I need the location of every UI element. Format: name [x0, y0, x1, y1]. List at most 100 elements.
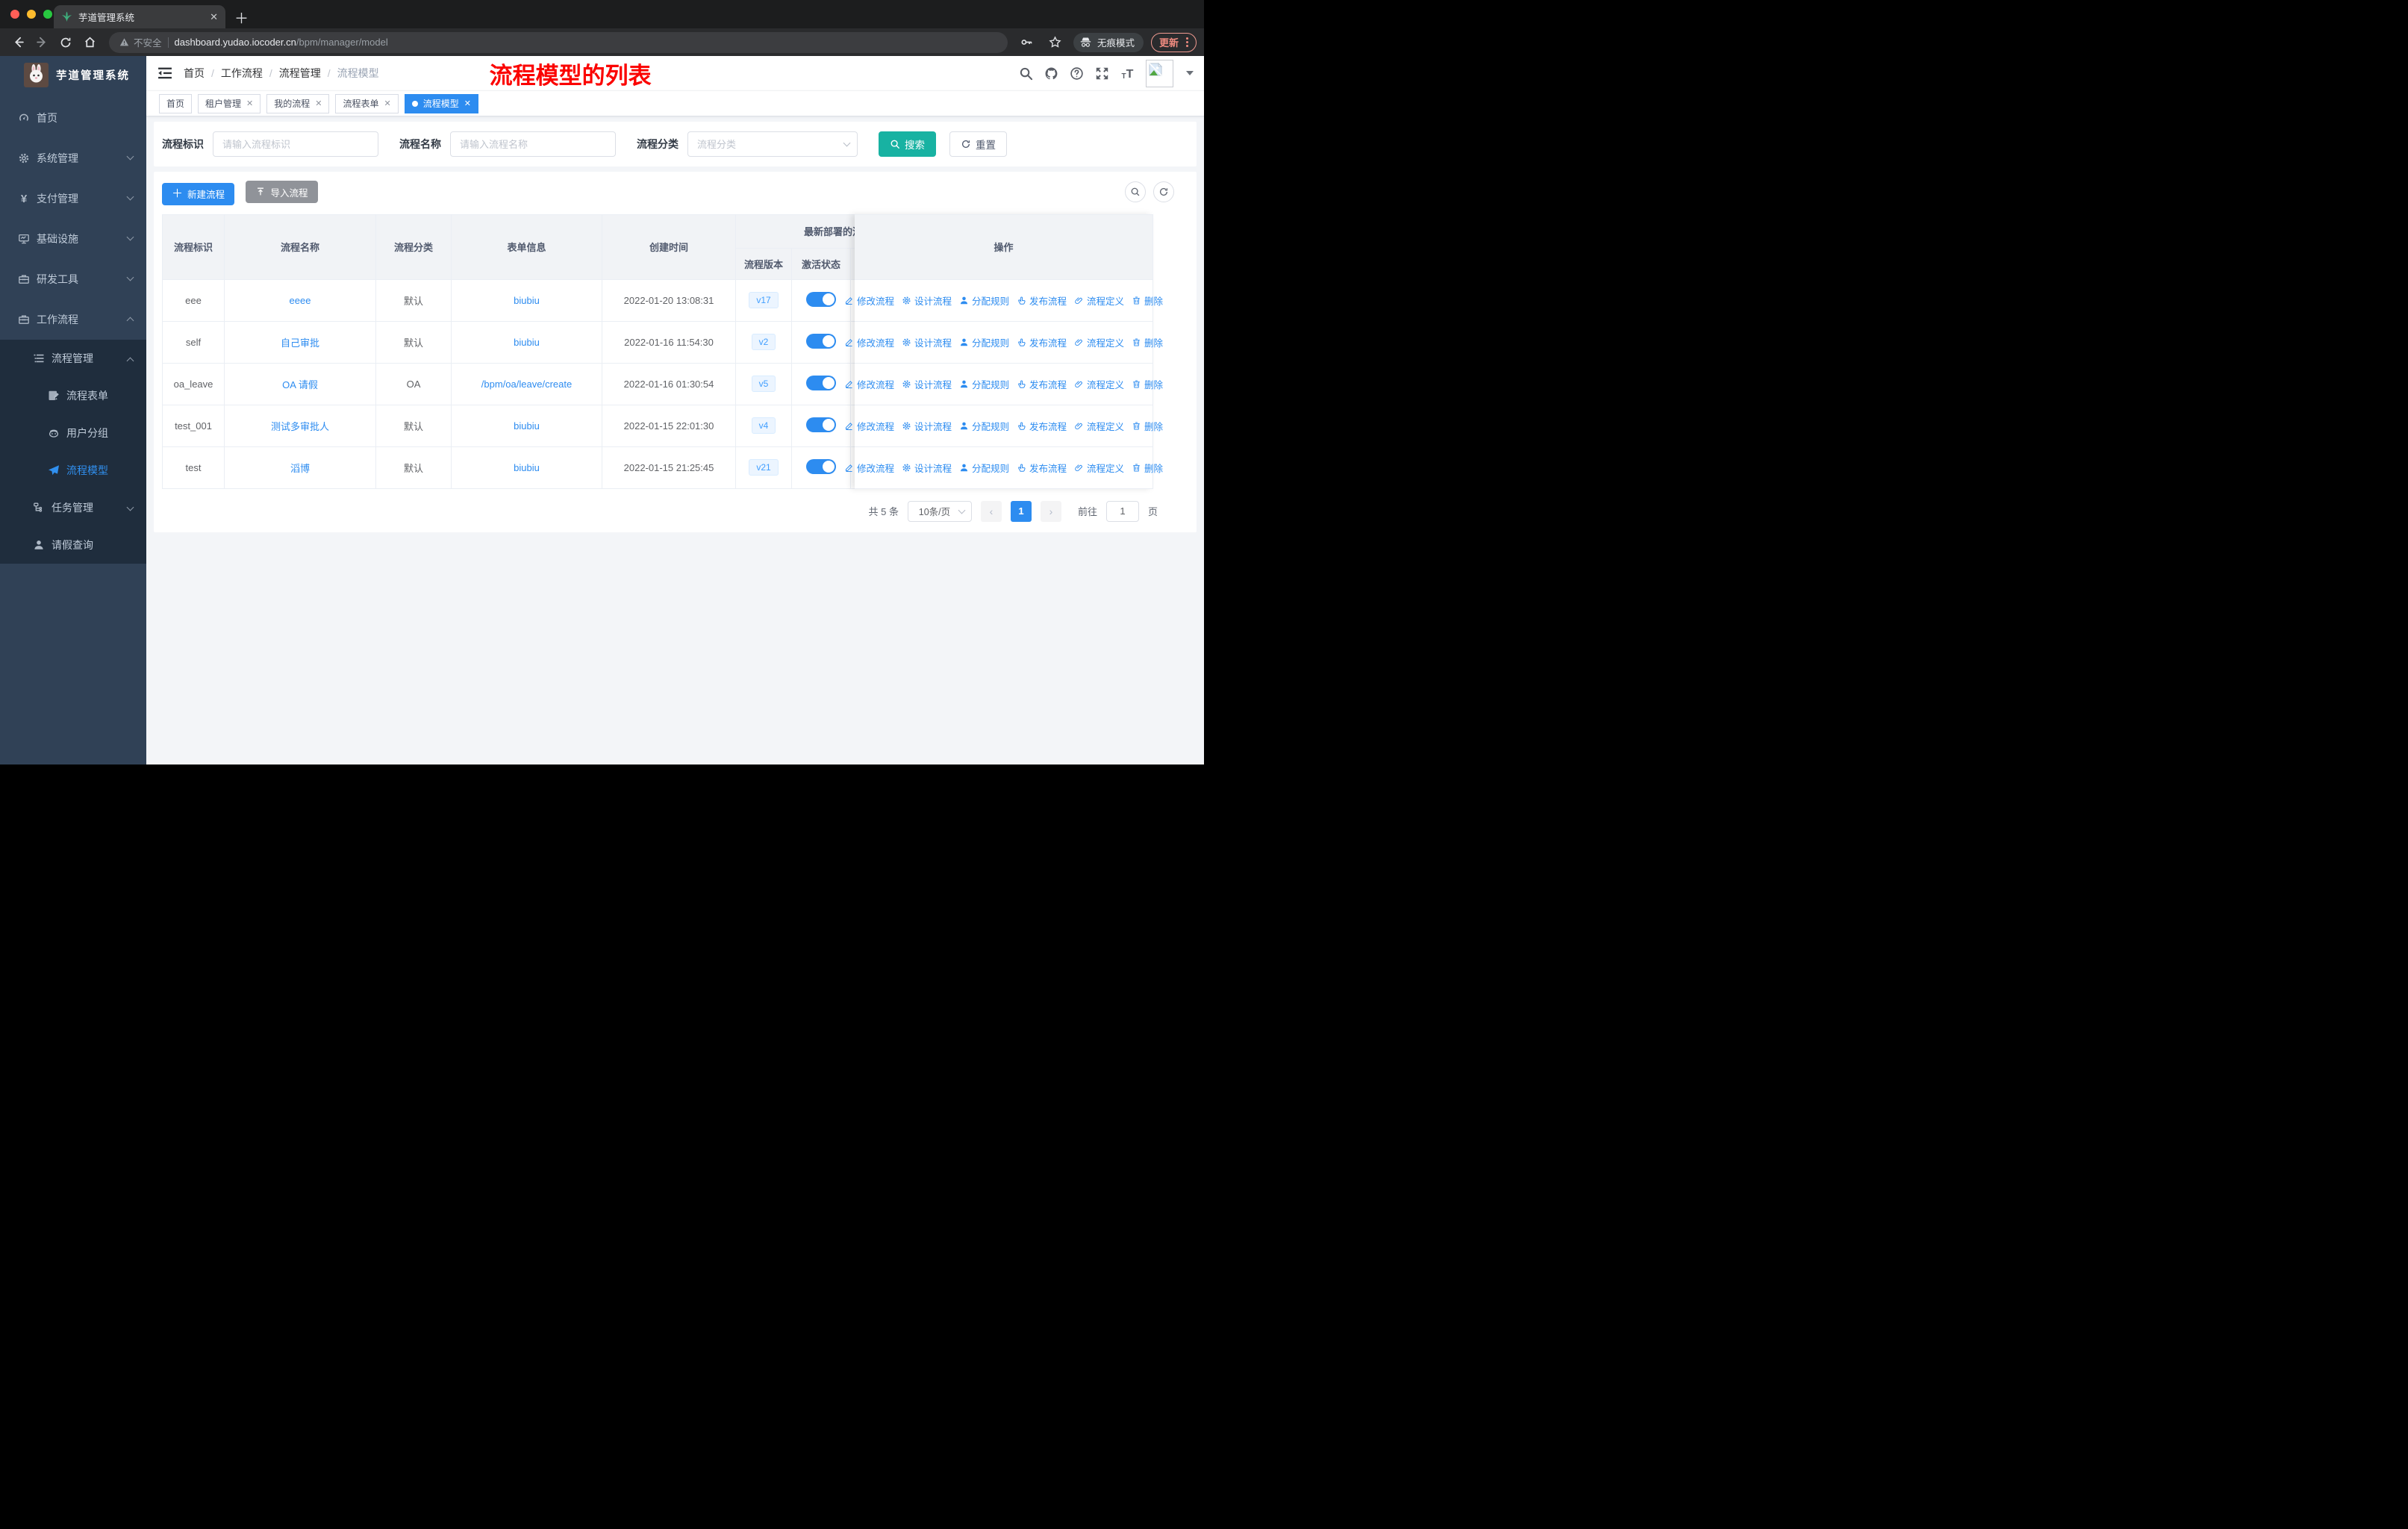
back-icon[interactable] — [7, 32, 28, 53]
action-修改流程[interactable]: 修改流程 — [844, 293, 894, 308]
version-tag[interactable]: v2 — [751, 334, 776, 350]
tab-close-icon[interactable]: ✕ — [464, 99, 471, 108]
form-info-link[interactable]: /bpm/oa/leave/create — [481, 379, 572, 390]
process-key-input[interactable] — [222, 138, 369, 150]
create-process-button[interactable]: ＋ 新建流程 — [162, 182, 235, 205]
action-修改流程[interactable]: 修改流程 — [844, 419, 894, 433]
form-info-link[interactable]: biubiu — [514, 462, 540, 473]
breadcrumb-item[interactable]: 工作流程 — [221, 66, 263, 81]
action-删除[interactable]: 删除 — [1132, 377, 1163, 391]
reset-button[interactable]: 重置 — [949, 131, 1007, 157]
browser-update-button[interactable]: 更新 — [1150, 32, 1197, 52]
sidebar-item-0[interactable]: 首页 — [0, 98, 146, 138]
form-info-link[interactable]: biubiu — [514, 295, 540, 306]
process-name-link[interactable]: eeee — [290, 295, 311, 306]
version-tag[interactable]: v21 — [749, 459, 779, 476]
action-设计流程[interactable]: 设计流程 — [902, 293, 952, 308]
sidebar-item-2[interactable]: ¥ 支付管理 — [0, 178, 146, 219]
github-icon[interactable] — [1044, 66, 1058, 81]
process-name-link[interactable]: 测试多审批人 — [271, 421, 329, 432]
sidebar-item-9[interactable]: 流程模型 — [0, 452, 146, 489]
avatar[interactable] — [1146, 59, 1173, 87]
action-设计流程[interactable]: 设计流程 — [902, 377, 952, 391]
help-icon[interactable] — [1070, 66, 1084, 81]
form-info-link[interactable]: biubiu — [514, 337, 540, 348]
new-tab-button[interactable]: ＋ — [234, 7, 249, 28]
browser-tab[interactable]: 芋道管理系统 ✕ — [54, 5, 225, 28]
tab-租户管理[interactable]: 租户管理 ✕ — [198, 93, 261, 113]
maximize-window-button[interactable] — [43, 10, 52, 19]
process-name-link[interactable]: 自己审批 — [281, 337, 319, 349]
action-发布流程[interactable]: 发布流程 — [1017, 293, 1067, 308]
search-button[interactable]: 搜索 — [879, 131, 936, 157]
tab-close-icon[interactable]: ✕ — [246, 99, 253, 108]
tab-close-icon[interactable]: ✕ — [315, 99, 322, 108]
version-tag[interactable]: v17 — [749, 292, 779, 308]
bookmark-star-icon[interactable] — [1045, 32, 1066, 53]
action-设计流程[interactable]: 设计流程 — [902, 419, 952, 433]
action-分配规则[interactable]: 分配规则 — [959, 377, 1009, 391]
search-icon[interactable] — [1019, 66, 1033, 81]
action-修改流程[interactable]: 修改流程 — [844, 335, 894, 349]
action-流程定义[interactable]: 流程定义 — [1074, 461, 1124, 475]
sidebar-item-7[interactable]: 流程表单 — [0, 377, 146, 414]
breadcrumb-item[interactable]: 流程管理 — [279, 66, 321, 81]
import-process-button[interactable]: 导入流程 — [246, 181, 318, 203]
active-toggle[interactable] — [806, 458, 836, 474]
action-分配规则[interactable]: 分配规则 — [959, 335, 1009, 349]
url-bar[interactable]: 不安全 dashboard.yudao.iocoder.cn/bpm/manag… — [109, 31, 1008, 53]
active-toggle[interactable] — [806, 375, 836, 390]
forward-icon[interactable] — [31, 32, 52, 53]
process-name-input[interactable] — [460, 138, 606, 150]
action-修改流程[interactable]: 修改流程 — [844, 377, 894, 391]
action-设计流程[interactable]: 设计流程 — [902, 461, 952, 475]
active-toggle[interactable] — [806, 417, 836, 432]
active-toggle[interactable] — [806, 333, 836, 349]
active-toggle[interactable] — [806, 291, 836, 307]
tab-首页[interactable]: 首页 — [159, 93, 193, 113]
action-分配规则[interactable]: 分配规则 — [959, 461, 1009, 475]
app-logo-row[interactable]: 芋道管理系统 — [0, 56, 146, 93]
font-size-icon[interactable]: TT — [1120, 66, 1135, 81]
action-删除[interactable]: 删除 — [1132, 461, 1163, 475]
sidebar-item-3[interactable]: 基础设施 — [0, 219, 146, 259]
tab-close-icon[interactable]: ✕ — [384, 99, 391, 108]
browser-menu-icon[interactable] — [1186, 37, 1188, 47]
tab-流程表单[interactable]: 流程表单 ✕ — [335, 93, 399, 113]
home-icon[interactable] — [79, 32, 100, 53]
sidebar-fold-icon[interactable] — [157, 65, 173, 81]
action-流程定义[interactable]: 流程定义 — [1074, 335, 1124, 349]
window-controls[interactable] — [10, 10, 52, 19]
form-info-link[interactable]: biubiu — [514, 420, 540, 432]
toggle-search-button[interactable] — [1125, 181, 1146, 202]
process-category-select-input[interactable] — [697, 138, 848, 150]
fullscreen-icon[interactable] — [1095, 66, 1109, 81]
tab-close-icon[interactable]: ✕ — [210, 11, 218, 23]
current-page-button[interactable]: 1 — [1010, 500, 1032, 522]
action-分配规则[interactable]: 分配规则 — [959, 419, 1009, 433]
sidebar-item-6[interactable]: 流程管理 — [0, 340, 146, 377]
process-name-link[interactable]: 滔博 — [290, 463, 310, 474]
action-发布流程[interactable]: 发布流程 — [1017, 335, 1067, 349]
action-删除[interactable]: 删除 — [1132, 419, 1163, 433]
action-设计流程[interactable]: 设计流程 — [902, 335, 952, 349]
process-category-select[interactable] — [687, 131, 858, 157]
sidebar-item-5[interactable]: 工作流程 — [0, 299, 146, 340]
next-page-button[interactable]: › — [1040, 500, 1061, 522]
close-window-button[interactable] — [10, 10, 19, 19]
minimize-window-button[interactable] — [27, 10, 36, 19]
action-流程定义[interactable]: 流程定义 — [1074, 377, 1124, 391]
action-流程定义[interactable]: 流程定义 — [1074, 293, 1124, 308]
action-发布流程[interactable]: 发布流程 — [1017, 377, 1067, 391]
goto-page-input[interactable] — [1105, 500, 1139, 522]
action-发布流程[interactable]: 发布流程 — [1017, 419, 1067, 433]
page-size-select[interactable]: 10条/页 — [907, 500, 972, 522]
action-流程定义[interactable]: 流程定义 — [1074, 419, 1124, 433]
tab-流程模型[interactable]: 流程模型 ✕ — [404, 93, 478, 113]
sidebar-item-1[interactable]: 系统管理 — [0, 138, 146, 178]
security-warning[interactable]: 不安全 — [119, 35, 162, 49]
version-tag[interactable]: v5 — [751, 376, 776, 392]
breadcrumb-item[interactable]: 首页 — [184, 66, 205, 81]
action-删除[interactable]: 删除 — [1132, 293, 1163, 308]
key-icon[interactable] — [1017, 32, 1038, 53]
